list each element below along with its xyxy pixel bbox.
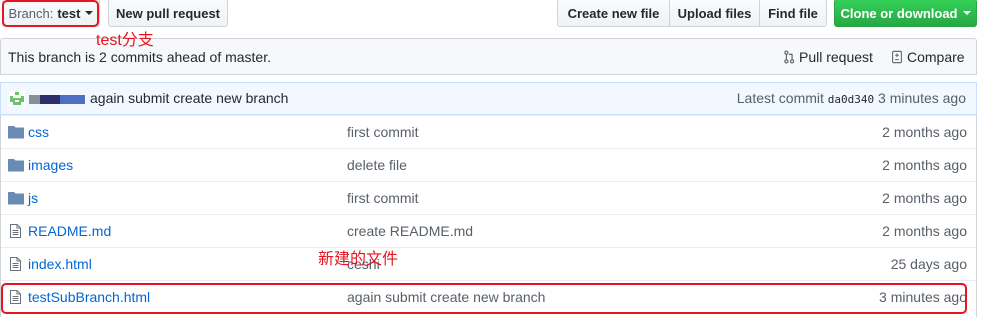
compare-icon: [892, 50, 902, 64]
clone-or-download-button[interactable]: Clone or download: [834, 0, 977, 27]
create-new-file-button[interactable]: Create new file: [557, 0, 670, 27]
file-name-link[interactable]: images: [28, 157, 73, 173]
avatar[interactable]: [9, 91, 25, 107]
compare-link[interactable]: Compare: [891, 49, 965, 65]
file-name-link[interactable]: README.md: [28, 223, 111, 239]
pull-request-icon: [784, 50, 795, 64]
file-commit-message[interactable]: first commit: [347, 190, 419, 206]
file-commit-message[interactable]: first commit: [347, 124, 419, 140]
folder-icon: [8, 192, 24, 205]
branch-ahead-text: This branch is 2 commits ahead of master…: [8, 49, 271, 65]
new-file-annotation-box: [1, 283, 967, 314]
file-commit-message[interactable]: create README.md: [347, 223, 473, 239]
latest-commit-info: Latest commit da0d340 3 minutes ago: [737, 90, 966, 106]
caret-down-icon: [962, 11, 971, 15]
folder-icon: [8, 159, 24, 172]
commit-age: 3 minutes ago: [878, 90, 966, 106]
table-row: index.html ceshi 25 days ago: [1, 247, 976, 280]
clone-label: Clone or download: [840, 5, 958, 21]
table-row: js first commit 2 months ago: [1, 181, 976, 214]
new-pull-request-button[interactable]: New pull request: [108, 0, 228, 27]
file-age: 2 months ago: [882, 190, 967, 206]
file-age: 2 months ago: [882, 124, 967, 140]
file-name-link[interactable]: js: [28, 190, 38, 206]
new-file-annotation-label: 新建的文件: [318, 251, 399, 268]
file-age: 2 months ago: [882, 223, 967, 239]
file-icon: [10, 224, 21, 238]
table-row: README.md create README.md 2 months ago: [1, 214, 976, 247]
upload-files-button[interactable]: Upload files: [669, 0, 760, 27]
table-row: css first commit 2 months ago: [1, 115, 976, 148]
file-age: 25 days ago: [890, 256, 967, 272]
latest-commit-label: Latest commit: [736, 90, 824, 106]
commit-author[interactable]: [29, 95, 85, 104]
table-row: images delete file 2 months ago: [1, 148, 976, 181]
commit-sha-link[interactable]: da0d340: [828, 93, 874, 106]
commit-message[interactable]: again submit create new branch: [90, 90, 288, 106]
file-age: 2 months ago: [882, 157, 967, 173]
file-name-link[interactable]: css: [28, 124, 49, 140]
file-name-link[interactable]: index.html: [28, 256, 92, 272]
pull-request-label: Pull request: [799, 49, 873, 65]
pull-request-link[interactable]: Pull request: [783, 49, 873, 65]
folder-icon: [8, 126, 24, 139]
compare-label: Compare: [907, 49, 965, 65]
branch-annotation-label: test分支: [96, 32, 154, 49]
latest-commit-bar: again submit create new branch Latest co…: [0, 82, 977, 115]
file-icon: [10, 257, 21, 271]
find-file-button[interactable]: Find file: [759, 0, 827, 27]
file-commit-message[interactable]: delete file: [347, 157, 407, 173]
branch-annotation-box: [2, 0, 99, 27]
